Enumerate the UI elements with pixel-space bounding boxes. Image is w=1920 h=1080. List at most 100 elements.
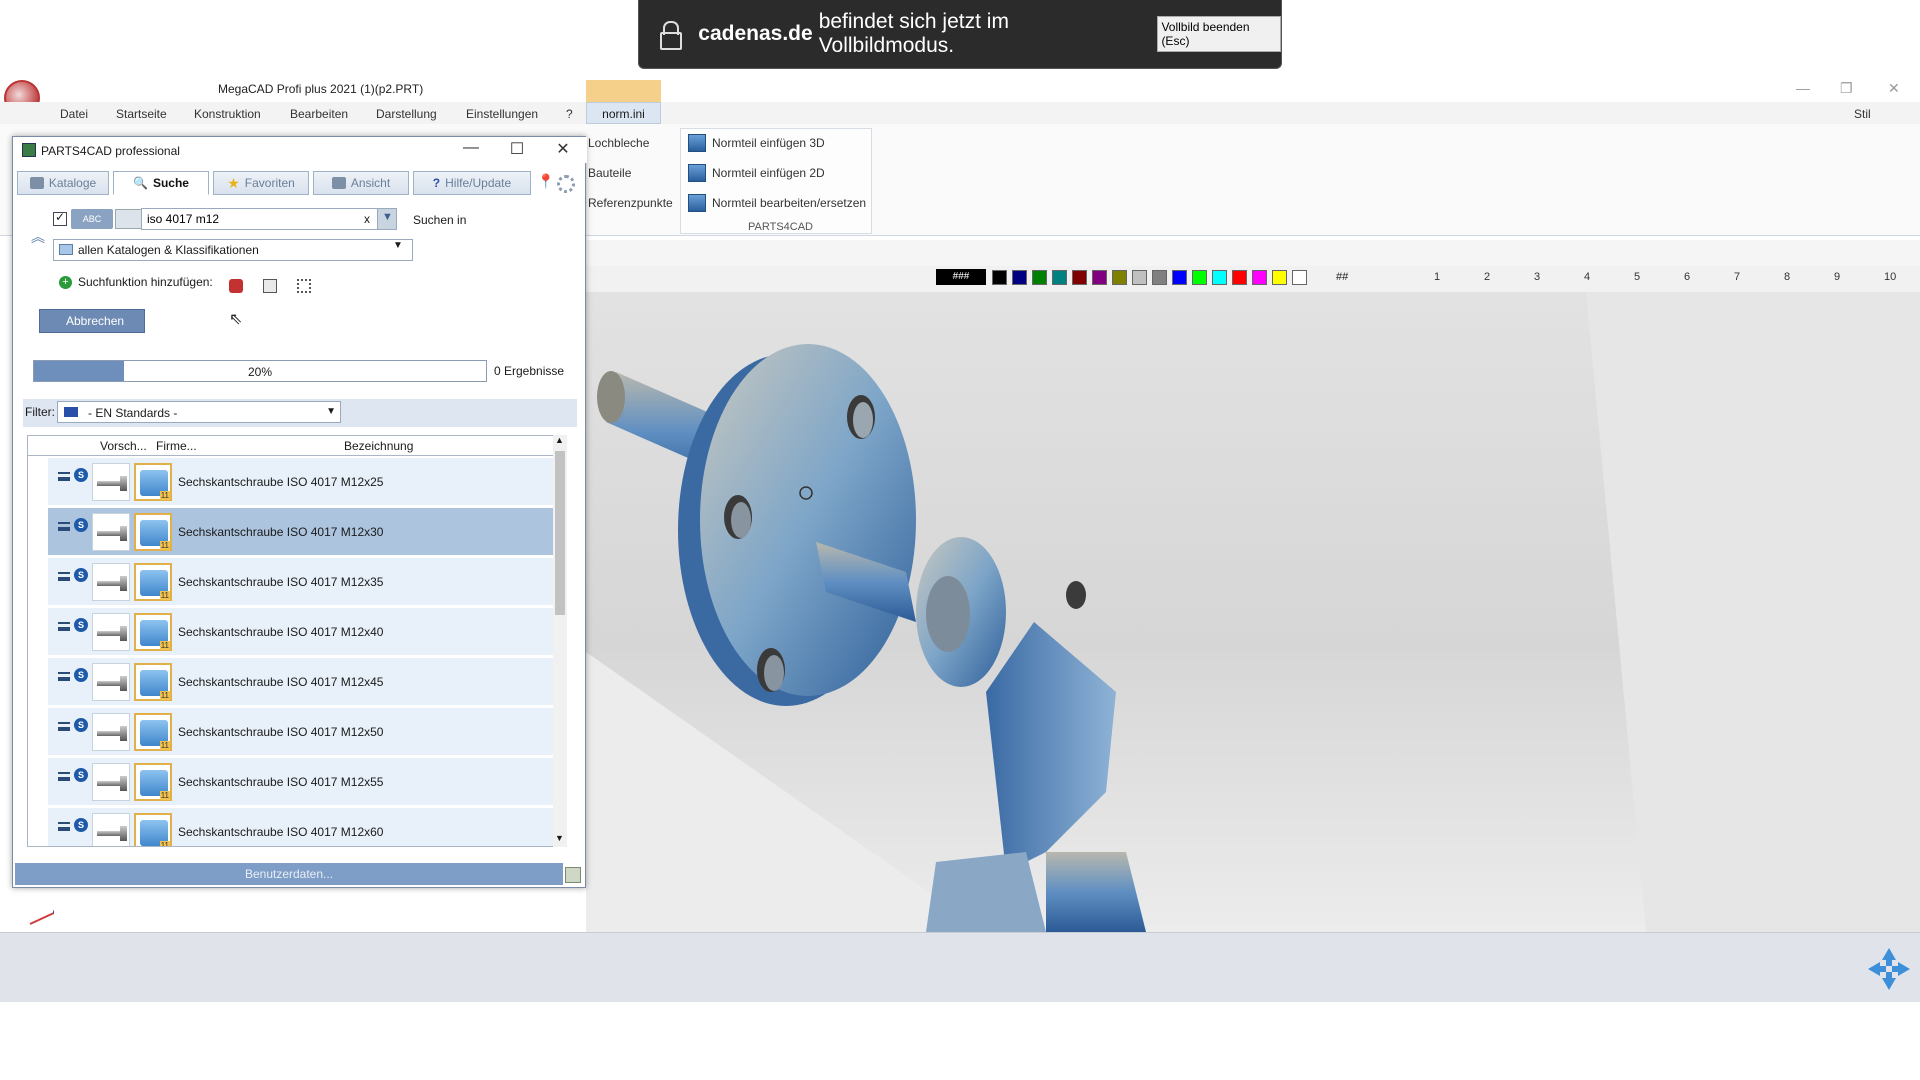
color-search-icon[interactable]: [297, 279, 311, 293]
3d-viewport[interactable]: [586, 292, 1920, 932]
ribbon-lochbleche[interactable]: Lochbleche: [588, 136, 649, 150]
search-clear-button[interactable]: x: [364, 212, 370, 226]
restore-icon[interactable]: ❐: [1840, 80, 1853, 97]
standard-s-icon: S: [74, 618, 88, 632]
row-menu-icon[interactable]: [58, 722, 70, 731]
color-swatch[interactable]: [1052, 270, 1067, 285]
row-menu-icon[interactable]: [58, 822, 70, 831]
bolt-preview-icon: [92, 563, 130, 601]
p4c-maximize-icon[interactable]: ☐: [497, 139, 537, 159]
close-icon[interactable]: ✕: [1888, 80, 1900, 97]
column-bezeichnung[interactable]: Bezeichnung: [344, 439, 413, 453]
row-menu-icon[interactable]: [58, 572, 70, 581]
navigation-move-icon[interactable]: [1866, 946, 1912, 992]
hash-button[interactable]: ##: [1336, 271, 1348, 283]
table-row[interactable]: S Sechskantschraube ISO 4017 M12x55: [48, 758, 554, 806]
scroll-down-icon[interactable]: ▼: [555, 833, 564, 843]
color-swatch[interactable]: [1032, 270, 1047, 285]
tab-ansicht[interactable]: Ansicht: [313, 171, 409, 195]
color-swatch[interactable]: [992, 270, 1007, 285]
p4c-close-icon[interactable]: ✕: [543, 139, 583, 159]
table-row[interactable]: S Sechskantschraube ISO 4017 M12x45: [48, 658, 554, 706]
pin-icon[interactable]: 📍: [537, 173, 554, 193]
color-swatch[interactable]: [1272, 270, 1287, 285]
tab-suche[interactable]: 🔍 Suche: [113, 171, 209, 195]
catalog-scope-select[interactable]: allen Katalogen & Klassifikationen: [53, 239, 413, 261]
standard-s-icon: S: [74, 568, 88, 582]
tab-suche-label: Suche: [152, 176, 189, 190]
row-menu-icon[interactable]: [58, 472, 70, 481]
sketch-search-icon[interactable]: [263, 279, 277, 293]
ruler-number: 6: [1684, 271, 1691, 283]
color-swatch[interactable]: [1132, 270, 1147, 285]
ribbon-tab-bar: [0, 102, 1920, 124]
color-swatch[interactable]: [1192, 270, 1207, 285]
color-swatch[interactable]: [1212, 270, 1227, 285]
row-menu-icon[interactable]: [58, 622, 70, 631]
filter-select[interactable]: - EN Standards - ▼: [57, 401, 341, 423]
search-history-dropdown[interactable]: ▼: [377, 208, 397, 230]
abort-button[interactable]: Abbrechen: [39, 309, 145, 333]
add-icon[interactable]: +: [59, 275, 72, 289]
fulltext-search-toggle[interactable]: ABC: [71, 209, 113, 229]
tab-datei[interactable]: Datei: [60, 107, 88, 121]
user-data-button[interactable]: Benutzerdaten...: [15, 863, 563, 885]
tab-help[interactable]: ?: [566, 107, 573, 121]
tab-darstellung[interactable]: Darstellung: [376, 107, 437, 121]
tab-einstellungen[interactable]: Einstellungen: [466, 107, 538, 121]
minimize-icon[interactable]: —: [1796, 80, 1810, 96]
add-search-function: + Suchfunktion hinzufügen:: [59, 275, 213, 289]
table-row[interactable]: S Sechskantschraube ISO 4017 M12x35: [48, 558, 554, 606]
row-menu-icon[interactable]: [58, 772, 70, 781]
scroll-thumb[interactable]: [555, 451, 565, 615]
column-vorschau[interactable]: Vorsch...: [100, 439, 147, 453]
tab-konstruktion[interactable]: Konstruktion: [194, 107, 261, 121]
color-swatch[interactable]: [1092, 270, 1107, 285]
color-swatch[interactable]: [1152, 270, 1167, 285]
tab-startseite[interactable]: Startseite: [116, 107, 167, 121]
edit-part-button[interactable]: Normteil bearbeiten/ersetzen: [688, 194, 866, 212]
scroll-up-icon[interactable]: ▲: [555, 435, 564, 445]
table-header: Vorsch... Firme... Bezeichnung: [28, 436, 554, 456]
color-swatch[interactable]: [1112, 270, 1127, 285]
row-menu-icon[interactable]: [58, 522, 70, 531]
column-firmen[interactable]: Firme...: [156, 439, 197, 453]
color-swatch[interactable]: [1012, 270, 1027, 285]
bolt-preview-icon: [92, 763, 130, 801]
line-width-field[interactable]: ###: [936, 269, 986, 285]
table-row[interactable]: S Sechskantschraube ISO 4017 M12x50: [48, 708, 554, 756]
table-row[interactable]: S Sechskantschraube ISO 4017 M12x60: [48, 808, 554, 846]
row-menu-icon[interactable]: [58, 672, 70, 681]
color-swatch[interactable]: [1232, 270, 1247, 285]
color-swatch[interactable]: [1072, 270, 1087, 285]
stil-menu[interactable]: Stil: [1854, 107, 1871, 121]
export-icon[interactable]: [565, 867, 581, 883]
table-row[interactable]: S Sechskantschraube ISO 4017 M12x30: [48, 508, 554, 556]
table-row[interactable]: S Sechskantschraube ISO 4017 M12x40: [48, 608, 554, 656]
ribbon-bauteile[interactable]: Bauteile: [588, 166, 631, 180]
tab-bearbeiten[interactable]: Bearbeiten: [290, 107, 348, 121]
settings-gear-icon[interactable]: [557, 175, 575, 193]
search-progress-bar: 20%: [33, 360, 487, 382]
color-swatch[interactable]: [1252, 270, 1267, 285]
tab-favoriten[interactable]: ★ Favoriten: [213, 171, 309, 195]
table-scrollbar[interactable]: ▲ ▼: [553, 435, 567, 847]
search-input[interactable]: [141, 208, 389, 230]
3d-search-icon[interactable]: [229, 279, 243, 293]
tab-norm-ini[interactable]: norm.ini: [586, 102, 661, 124]
insert-3d-button[interactable]: Normteil einfügen 3D: [688, 134, 825, 152]
row-name: Sechskantschraube ISO 4017 M12x30: [178, 525, 384, 539]
search-mode-checkbox[interactable]: ✓: [53, 210, 67, 226]
tab-kataloge[interactable]: Kataloge: [17, 171, 109, 195]
exit-fullscreen-button[interactable]: Vollbild beenden (Esc): [1157, 16, 1281, 52]
chevron-down-icon[interactable]: ▼: [393, 240, 403, 251]
p4c-minimize-icon[interactable]: —: [451, 139, 491, 157]
ribbon-referenzpunkte[interactable]: Referenzpunkte: [588, 196, 673, 210]
collapse-chevron-icon[interactable]: ︽: [31, 227, 45, 247]
color-swatch[interactable]: [1172, 270, 1187, 285]
tab-hilfe-update[interactable]: ? Hilfe/Update: [413, 171, 531, 195]
table-row[interactable]: S Sechskantschraube ISO 4017 M12x25: [48, 458, 554, 506]
color-swatch[interactable]: [1292, 270, 1307, 285]
ruler-number: 4: [1584, 271, 1591, 283]
insert-2d-button[interactable]: Normteil einfügen 2D: [688, 164, 825, 182]
